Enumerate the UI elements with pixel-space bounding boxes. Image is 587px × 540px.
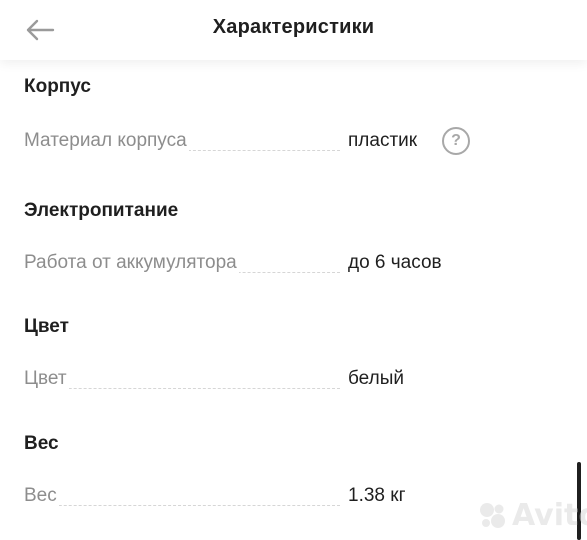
- spec-label: Вес: [24, 485, 59, 507]
- characteristics-screen: Характеристики Корпус Материал корпуса п…: [0, 0, 587, 540]
- avito-watermark: Avito: [478, 498, 587, 533]
- spec-value: белый: [348, 368, 404, 389]
- header-bar: Характеристики: [0, 0, 587, 60]
- row-divider: [24, 388, 340, 389]
- section-title-weight: Вес: [24, 433, 59, 454]
- page-title: Характеристики: [212, 16, 375, 38]
- help-circle-icon[interactable]: ?: [442, 127, 470, 155]
- spec-value: 1.38 кг: [348, 485, 406, 506]
- section-title-color: Цвет: [24, 316, 69, 337]
- spec-row-battery: Работа от аккумулятора до 6 часов: [24, 252, 504, 280]
- spec-label: Материал корпуса: [24, 130, 189, 152]
- section-title-power: Электропитание: [24, 200, 179, 221]
- avito-logo-icon: [480, 502, 505, 528]
- spec-label: Работа от аккумулятора: [24, 252, 239, 274]
- spec-label: Цвет: [24, 368, 69, 390]
- spec-row-body-material: Материал корпуса пластик ?: [24, 127, 504, 158]
- watermark-text: Avito: [512, 498, 587, 533]
- spec-value: пластик: [348, 130, 418, 151]
- row-divider: [24, 505, 340, 506]
- section-title-body: Корпус: [24, 76, 91, 97]
- spec-row-color: Цвет белый: [24, 368, 504, 396]
- spec-value: до 6 часов: [348, 252, 442, 273]
- spec-row-weight: Вес 1.38 кг: [24, 485, 504, 513]
